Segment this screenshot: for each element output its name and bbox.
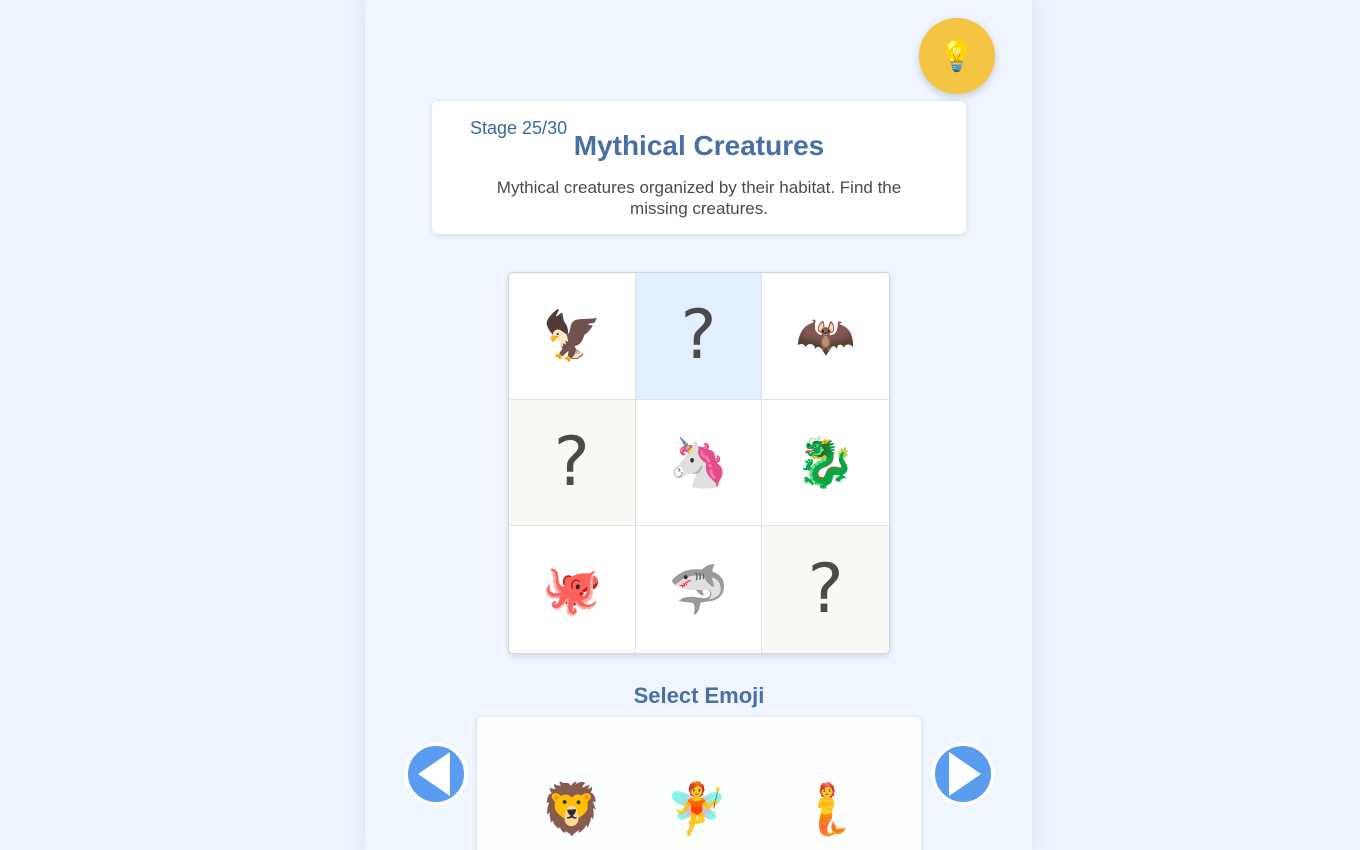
lightbulb-icon: 💡	[938, 39, 976, 73]
level-info-card: Stage 25/30 Mythical Creatures Mythical …	[432, 101, 966, 234]
grid-cell-unicorn[interactable]: 🦄	[635, 399, 763, 527]
emoji-option-fairy[interactable]: 🧚	[662, 779, 732, 839]
emoji-option-lion[interactable]: 🦁	[537, 779, 607, 839]
emoji-option-merperson[interactable]: 🧜	[792, 779, 862, 839]
grid-cell-dragon[interactable]: 🐉	[762, 400, 889, 527]
grid-cell-shark[interactable]: 🦈	[636, 526, 763, 653]
level-description: Mythical creatures organized by their ha…	[496, 178, 902, 218]
hint-button[interactable]: 💡	[919, 18, 995, 94]
arrow-right-icon	[931, 742, 995, 806]
arrow-left-icon	[404, 742, 468, 806]
selector-title: Select Emoji	[633, 683, 765, 708]
grid-cell-eagle[interactable]: 🦅	[509, 273, 636, 400]
grid-cell-missing[interactable]: ?	[762, 526, 889, 653]
emoji-tray: 🦁 🧚 🧜	[477, 717, 921, 850]
next-button[interactable]	[931, 742, 995, 806]
grid-cell-octopus[interactable]: 🐙	[509, 526, 636, 653]
grid-cell-missing[interactable]: ?	[509, 399, 636, 527]
grid-cell-bat[interactable]: 🦇	[762, 273, 889, 400]
level-title: Mythical Creatures	[573, 130, 825, 161]
puzzle-grid: 🦅 ? 🦇 ? 🦄 🐉 🐙 🦈 ?	[508, 272, 890, 654]
previous-button[interactable]	[404, 742, 468, 806]
grid-cell-missing-selected[interactable]: ?	[635, 273, 763, 400]
